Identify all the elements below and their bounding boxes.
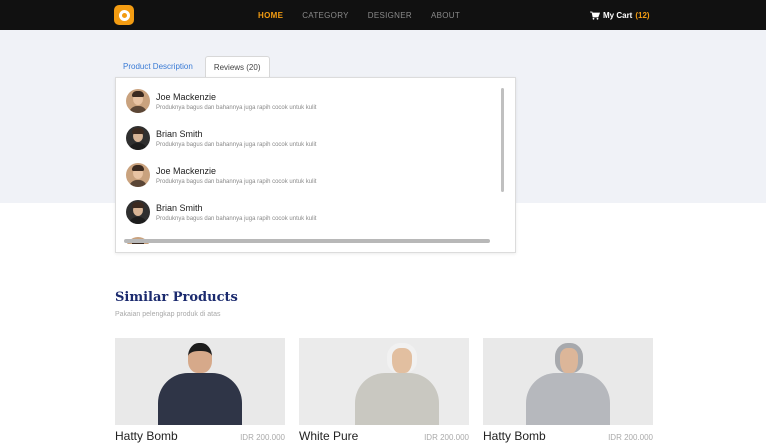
reviewer-name: Joe Mackenzie: [156, 166, 217, 176]
product-name[interactable]: Hatty Bomb: [115, 429, 178, 443]
nav-link-category[interactable]: CATEGORY: [302, 11, 349, 20]
tab-product-description[interactable]: Product Description: [115, 56, 201, 77]
review-text: Produknya bagus dan bahannya juga rapih …: [156, 142, 317, 148]
cart-icon: [590, 11, 600, 20]
product-name[interactable]: Hatty Bomb: [483, 429, 546, 443]
nav-link-about[interactable]: ABOUT: [431, 11, 460, 20]
product-name[interactable]: White Pure: [299, 429, 358, 443]
similar-products-subtitle: Pakaian pelengkap produk di atas: [115, 311, 221, 318]
product-price: IDR 200.000: [424, 433, 469, 442]
product-image[interactable]: [299, 338, 469, 425]
product-image[interactable]: [483, 338, 653, 425]
avatar: [126, 200, 150, 224]
reviews-panel: Joe Mackenzie Produknya bagus dan bahann…: [115, 77, 516, 253]
product-card[interactable]: Hatty Bomb IDR 200.000: [483, 338, 653, 443]
review-text: Produknya bagus dan bahannya juga rapih …: [156, 105, 317, 111]
vertical-scrollbar[interactable]: [500, 86, 505, 236]
avatar: [126, 126, 150, 150]
product-card[interactable]: White Pure IDR 200.000: [299, 338, 469, 443]
review-item: Joe Mackenzie Produknya bagus dan bahann…: [124, 86, 507, 123]
review-text: Produknya bagus dan bahannya juga rapih …: [156, 216, 317, 222]
top-navbar: HOME CATEGORY DESIGNER ABOUT My Cart (12…: [0, 0, 766, 30]
cart-label: My Cart: [603, 10, 633, 20]
horizontal-scrollbar-thumb[interactable]: [124, 239, 490, 243]
review-text: Produknya bagus dan bahannya juga rapih …: [156, 179, 317, 185]
reviewer-name: Brian Smith: [156, 129, 203, 139]
product-price: IDR 200.000: [240, 433, 285, 442]
product-price: IDR 200.000: [608, 433, 653, 442]
similar-products-title: Similar Products: [115, 290, 238, 305]
review-item: Brian Smith Produknya bagus dan bahannya…: [124, 123, 507, 160]
nav-link-home[interactable]: HOME: [258, 11, 283, 20]
tab-reviews[interactable]: Reviews (20): [204, 56, 270, 77]
reviewer-name: Joe Mackenzie: [156, 92, 217, 102]
nav-link-designer[interactable]: DESIGNER: [368, 11, 412, 20]
review-item: Joe Mackenzie Produknya bagus dan bahann…: [124, 160, 507, 197]
cart-count-badge: (12): [635, 10, 650, 20]
reviewer-name: Brian Smith: [156, 203, 203, 213]
product-image[interactable]: [115, 338, 285, 425]
product-tabs: Product Description Reviews (20): [115, 56, 270, 77]
avatar: [126, 89, 150, 113]
main-nav: HOME CATEGORY DESIGNER ABOUT: [258, 0, 460, 30]
review-item: Brian Smith Produknya bagus dan bahannya…: [124, 197, 507, 234]
cart-button[interactable]: My Cart (12): [590, 0, 650, 30]
avatar: [126, 163, 150, 187]
product-card[interactable]: Hatty Bomb IDR 200.000: [115, 338, 285, 443]
brand-logo-icon[interactable]: [114, 5, 134, 25]
review-list[interactable]: Joe Mackenzie Produknya bagus dan bahann…: [124, 86, 507, 244]
vertical-scrollbar-thumb[interactable]: [501, 88, 504, 192]
